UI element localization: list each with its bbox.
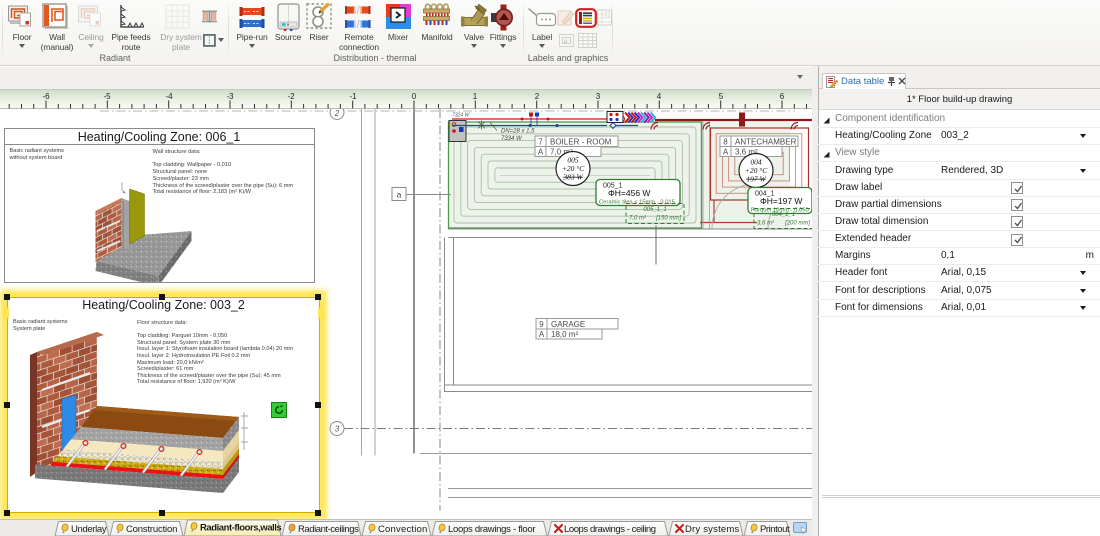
svg-text:6: 6 [780, 92, 785, 101]
svg-text:18,0 m²: 18,0 m² [551, 330, 578, 339]
svg-text:Construction: Construction [126, 524, 177, 535]
svg-text:-1: -1 [349, 92, 357, 101]
svg-text:4: 4 [657, 92, 662, 101]
svg-text:a: a [397, 189, 402, 199]
svg-text:005_1_1: 005_1_1 [643, 207, 666, 213]
svg-text:197 W: 197 W [746, 174, 766, 183]
svg-text:Underlay: Underlay [71, 524, 107, 535]
svg-text:1: 1 [473, 92, 478, 101]
svg-text:ΦH=456 W: ΦH=456 W [608, 188, 650, 198]
svg-text:7334 W: 7334 W [501, 136, 523, 142]
svg-text:Radiant-ceilings: Radiant-ceilings [298, 524, 359, 535]
svg-text:7,0 m²: 7,0 m² [629, 215, 647, 221]
svg-text:-2: -2 [287, 92, 295, 101]
svg-text:9: 9 [539, 319, 544, 328]
svg-text:ΦH=197 W: ΦH=197 W [760, 196, 802, 206]
svg-text:[150 mm]: [150 mm] [655, 215, 681, 221]
svg-text:3,6 m²: 3,6 m² [757, 220, 775, 226]
svg-text:7: 7 [538, 137, 543, 146]
svg-text:Convection: Convection [378, 524, 428, 535]
svg-text:ANTECHAMBER: ANTECHAMBER [735, 137, 797, 146]
svg-text:8: 8 [723, 137, 728, 146]
svg-text:Radiant-floors,walls: Radiant-floors,walls [200, 523, 281, 534]
svg-text:2: 2 [334, 109, 340, 118]
svg-text:5: 5 [719, 92, 724, 101]
svg-text:-6: -6 [42, 92, 50, 101]
svg-text:A: A [538, 147, 544, 156]
svg-text:004_1_1: 004_1_1 [772, 212, 795, 218]
svg-text:Ceramic tiles < 15mm - 0,015: Ceramic tiles < 15mm - 0,015 [599, 199, 675, 205]
svg-text:-3: -3 [226, 92, 234, 101]
svg-text:DN=28 x 1,5: DN=28 x 1,5 [501, 128, 535, 134]
svg-text:A: A [723, 147, 729, 156]
svg-text:3: 3 [596, 92, 601, 101]
svg-text:BOILER - ROOM: BOILER - ROOM [550, 137, 612, 146]
svg-text:Dry systems: Dry systems [685, 524, 740, 535]
svg-text:0: 0 [412, 92, 417, 101]
svg-text:7324 W: 7324 W [452, 112, 471, 118]
svg-text:3: 3 [335, 424, 340, 433]
svg-text:A: A [539, 330, 545, 339]
svg-text:-4: -4 [165, 92, 173, 101]
svg-text:383 W: 383 W [562, 172, 583, 181]
svg-text:-5: -5 [103, 92, 111, 101]
svg-text:Printout: Printout [760, 524, 790, 535]
svg-text:[200 mm]: [200 mm] [784, 220, 810, 226]
svg-text:Loops drawings - ceiling: Loops drawings - ceiling [564, 524, 656, 535]
svg-text:Loops drawings - floor: Loops drawings - floor [448, 524, 535, 535]
svg-text:2: 2 [535, 92, 540, 101]
svg-text:GARAGE: GARAGE [551, 319, 585, 328]
